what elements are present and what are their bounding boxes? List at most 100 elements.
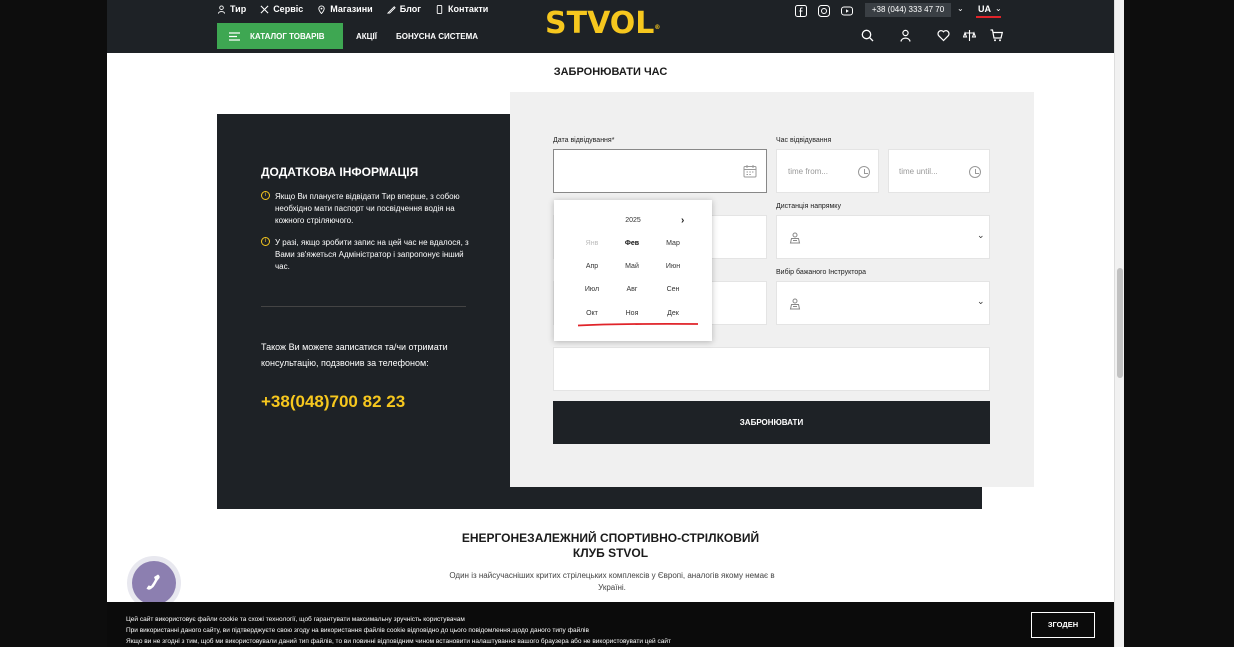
- clock-icon: [969, 166, 981, 178]
- top-link-label: Тир: [230, 4, 247, 14]
- picker-year[interactable]: 2025: [554, 217, 712, 224]
- info-phone-link[interactable]: +38(048)700 82 23: [261, 392, 405, 412]
- instructor-label: Вибір бажаного Інструктора: [776, 269, 867, 276]
- submit-booking-button[interactable]: ЗАБРОНЮВАТИ: [553, 401, 990, 444]
- month-mar[interactable]: Мар: [653, 240, 693, 247]
- date-input[interactable]: [553, 149, 767, 193]
- month-aug[interactable]: Авг: [612, 286, 652, 293]
- page: Тир Сервіс Магазини Блог Контакти STVOL®: [107, 0, 1114, 647]
- phone-handset-icon: [146, 574, 160, 590]
- catalog-button[interactable]: КАТАЛОГ ТОВАРІВ: [217, 23, 343, 49]
- menu-icon: [229, 31, 240, 41]
- pen-icon: [386, 5, 396, 14]
- catalog-label: КАТАЛОГ ТОВАРІВ: [250, 31, 325, 41]
- info-item-text: У разі, якщо зробити запис на цей час не…: [275, 238, 469, 271]
- cookie-banner: Цей сайт використовує файли cookie та сх…: [107, 602, 1114, 647]
- distance-label: Дистанція напрямку: [776, 203, 841, 210]
- club-title-line: ЕНЕРГОНЕЗАЛЕЖНИЙ СПОРТИВНО-СТРІЛКОВИЙ: [461, 531, 760, 545]
- month-sep[interactable]: Сен: [653, 286, 693, 293]
- compare-icon[interactable]: [963, 29, 976, 42]
- annotation-underline: [976, 16, 1001, 18]
- month-oct[interactable]: Окт: [572, 310, 612, 317]
- info-item: i Якщо Ви плануєте відвідати Тир вперше,…: [261, 191, 471, 227]
- time-until-placeholder: time until...: [899, 167, 938, 176]
- month-nov[interactable]: Ноя: [612, 310, 652, 317]
- clock-icon: [858, 166, 870, 178]
- top-link-blog[interactable]: Блог: [386, 4, 422, 14]
- search-icon[interactable]: [861, 29, 874, 42]
- info-contact-text: Також Ви можете записатися та/чи отримат…: [261, 342, 448, 368]
- month-jan: Янв: [585, 240, 599, 247]
- chevron-right-icon[interactable]: ›: [681, 215, 684, 226]
- month-jun[interactable]: Июн: [653, 263, 693, 270]
- top-link-label: Магазини: [330, 4, 373, 14]
- cookie-accept-button[interactable]: згоден: [1031, 612, 1095, 638]
- time-from-placeholder: time from...: [788, 167, 829, 176]
- info-item: i У разі, якщо зробити запис на цей час …: [261, 237, 471, 273]
- instructor-select[interactable]: ⌄: [776, 281, 990, 325]
- tools-icon: [260, 5, 269, 13]
- cookie-text: Цей сайт використовує файли cookie та сх…: [126, 614, 826, 647]
- callback-button-inner: [132, 561, 176, 605]
- language-selector[interactable]: UA: [978, 4, 991, 14]
- logo-mark: ®: [654, 24, 661, 31]
- cookie-line: При використанні даного сайту, ви підтве…: [126, 627, 589, 634]
- scrollbar[interactable]: [1114, 0, 1124, 647]
- top-link-tir[interactable]: Тир: [217, 4, 246, 14]
- top-link-label: Контакти: [448, 4, 489, 14]
- info-item-text: Якщо Ви плануєте відвідати Тир вперше, з…: [275, 192, 460, 225]
- month-jul[interactable]: Июл: [572, 286, 612, 293]
- annotation-underline: [577, 323, 699, 327]
- chevron-down-icon: ⌄: [977, 296, 985, 306]
- chevron-down-icon: ⌄: [977, 230, 985, 240]
- account-icon[interactable]: [899, 29, 912, 42]
- info-title: ДОДАТКОВА ІНФОРМАЦІЯ: [261, 165, 419, 179]
- top-link-contacts[interactable]: Контакти: [435, 4, 488, 14]
- top-link-shops[interactable]: Магазини: [317, 4, 373, 14]
- language-label: UA: [978, 4, 991, 14]
- nav-link-promos[interactable]: АКЦІЇ: [356, 32, 377, 41]
- comment-input[interactable]: [553, 347, 990, 391]
- month-may[interactable]: Май: [612, 263, 652, 270]
- top-link-label: Блог: [399, 4, 422, 14]
- scrollbar-thumb[interactable]: [1117, 268, 1123, 378]
- distance-select[interactable]: ⌄: [776, 215, 990, 259]
- location-pin-icon: [318, 5, 325, 14]
- user-icon: [217, 4, 226, 14]
- youtube-icon[interactable]: [841, 4, 853, 16]
- month-apr[interactable]: Апр: [572, 263, 612, 270]
- site-logo[interactable]: STVOL®: [545, 6, 660, 42]
- chevron-down-icon[interactable]: ⌄: [995, 4, 1002, 13]
- month-picker: 2025 › Янв Фев Мар Апр Май Июн Июл Авг С…: [554, 200, 712, 341]
- nav-link-bonus[interactable]: БОНУСНА СИСТЕМА: [396, 32, 478, 41]
- top-links: Тир Сервіс Магазини Блог Контакти: [217, 4, 488, 14]
- heart-icon[interactable]: [937, 29, 950, 42]
- social-links: [795, 4, 853, 17]
- top-link-service[interactable]: Сервіс: [260, 4, 303, 14]
- instagram-icon[interactable]: [818, 4, 830, 17]
- club-description: Один із найсучасніших критих стрілецьких…: [449, 571, 775, 592]
- time-label: Час відвідування: [776, 137, 832, 144]
- cookie-line: Якщо ви не згодні з тим, щоб ми використ…: [126, 638, 671, 645]
- time-from-input[interactable]: time from...: [776, 149, 879, 193]
- logo-text: STVOL: [545, 6, 655, 41]
- calendar-icon[interactable]: [743, 164, 757, 178]
- target-person-icon: [789, 232, 801, 244]
- month-dec[interactable]: Дек: [653, 310, 693, 317]
- cookie-line: Цей сайт використовує файли cookie та сх…: [126, 616, 465, 623]
- top-link-label: Сервіс: [273, 4, 304, 14]
- time-until-input[interactable]: time until...: [888, 149, 990, 193]
- club-title: ЕНЕРГОНЕЗАЛЕЖНИЙ СПОРТИВНО-СТРІЛКОВИЙ КЛ…: [107, 531, 1114, 561]
- facebook-icon[interactable]: [795, 4, 807, 17]
- cart-icon[interactable]: [990, 29, 1003, 42]
- club-title-line: КЛУБ STVOL: [572, 546, 649, 560]
- section-title: ЗАБРОНЮВАТИ ЧАС: [553, 66, 668, 78]
- divider: [261, 306, 466, 307]
- instructor-icon: [789, 298, 801, 310]
- phone-icon: [436, 4, 443, 14]
- site-header: Тир Сервіс Магазини Блог Контакти STVOL®: [107, 0, 1114, 53]
- header-phone[interactable]: +38 (044) 333 47 70: [865, 3, 951, 17]
- month-feb[interactable]: Фев: [612, 240, 652, 247]
- chevron-down-icon[interactable]: ⌄: [957, 4, 964, 13]
- info-circle-icon: i: [261, 237, 270, 246]
